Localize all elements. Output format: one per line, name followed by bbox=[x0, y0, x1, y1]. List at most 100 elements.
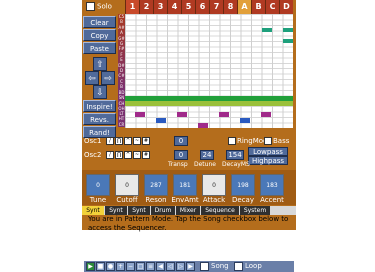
arrow-right-icon[interactable]: ⇨ bbox=[101, 71, 115, 85]
sine-wave-icon[interactable]: ~ bbox=[133, 151, 141, 159]
revs-button[interactable]: Revs. bbox=[83, 113, 116, 125]
reson-label: Reson bbox=[145, 196, 167, 204]
note-cell[interactable] bbox=[283, 28, 293, 32]
pattern-tab-d[interactable]: D bbox=[279, 0, 293, 14]
triangle-wave-icon[interactable]: ^ bbox=[124, 137, 132, 145]
osc1-label: Osc1 bbox=[84, 137, 102, 145]
ringmod-checkbox[interactable] bbox=[228, 137, 236, 145]
drum-label: SN bbox=[118, 95, 125, 101]
plus-icon[interactable]: + bbox=[116, 262, 125, 271]
saw-wave-icon[interactable]: / bbox=[106, 137, 114, 145]
copy-button[interactable]: Copy bbox=[83, 29, 116, 41]
key-label: B bbox=[120, 84, 123, 90]
tab-sequence[interactable]: Sequence bbox=[201, 206, 239, 215]
bottom-tab-bar: Synt Synt Synt Drum Mixer Sequence Syste… bbox=[82, 206, 296, 215]
grid-icon[interactable]: ≡ bbox=[146, 262, 155, 271]
square-wave-icon[interactable]: ∏ bbox=[115, 137, 123, 145]
stop-icon[interactable]: ■ bbox=[96, 262, 105, 271]
note-cell[interactable] bbox=[262, 28, 272, 32]
drum-hit[interactable] bbox=[219, 112, 229, 117]
accent-label: Accent bbox=[260, 196, 284, 204]
pattern-tab-b[interactable]: B bbox=[251, 0, 265, 14]
tab-synt-2[interactable]: Synt bbox=[105, 206, 127, 215]
arrow-up-icon[interactable]: ⇧ bbox=[93, 57, 107, 71]
drum-hit[interactable] bbox=[261, 112, 271, 117]
decay-knob[interactable]: 198 bbox=[231, 174, 255, 196]
sine-wave-icon[interactable]: ~ bbox=[133, 137, 141, 145]
decay-ms-label: DecayMS bbox=[222, 161, 250, 168]
drum-hit-row[interactable] bbox=[125, 101, 293, 106]
back-icon[interactable]: ◁ bbox=[166, 262, 175, 271]
note-grid[interactable] bbox=[125, 14, 293, 90]
envamt-knob[interactable]: 181 bbox=[173, 174, 197, 196]
paste-button[interactable]: Paste bbox=[83, 42, 116, 54]
drum-hit[interactable] bbox=[156, 118, 166, 123]
cutoff-label: Cutoff bbox=[116, 196, 138, 204]
record-icon[interactable]: ● bbox=[106, 262, 115, 271]
loop-checkbox[interactable] bbox=[234, 262, 243, 271]
loop-label: Loop bbox=[245, 262, 262, 270]
triangle-wave-icon[interactable]: ^ bbox=[124, 151, 132, 159]
tab-mixer[interactable]: Mixer bbox=[176, 206, 200, 215]
drum-label: HT bbox=[118, 116, 125, 122]
synth-app: Solo 1 2 3 4 5 6 7 8 A B C D Clear Copy … bbox=[82, 0, 296, 230]
tune-knob[interactable]: 0 bbox=[86, 174, 110, 196]
tab-synt-3[interactable]: Synt bbox=[128, 206, 150, 215]
arrow-left-icon[interactable]: ⇦ bbox=[85, 71, 99, 85]
drum-hit[interactable] bbox=[177, 112, 187, 117]
noise-wave-icon[interactable]: # bbox=[142, 137, 150, 145]
pattern-tab-5[interactable]: 5 bbox=[181, 0, 195, 14]
note-cell[interactable] bbox=[283, 39, 293, 43]
inspire-button[interactable]: Inspire! bbox=[83, 100, 116, 112]
song-label: Song bbox=[211, 262, 229, 270]
osc2-label: Osc2 bbox=[84, 151, 102, 159]
envamt-label: EnvAmt bbox=[171, 196, 199, 204]
tab-drum[interactable]: Drum bbox=[151, 206, 175, 215]
noise-wave-icon[interactable]: # bbox=[142, 151, 150, 159]
pattern-tab-4[interactable]: 4 bbox=[167, 0, 181, 14]
solo-checkbox[interactable]: Solo bbox=[86, 2, 128, 12]
bass-checkbox[interactable] bbox=[264, 137, 272, 145]
pattern-tab-3[interactable]: 3 bbox=[153, 0, 167, 14]
rewind-icon[interactable]: ◀ bbox=[156, 262, 165, 271]
osc1-transp-field[interactable]: 0 bbox=[174, 136, 188, 146]
clear-button[interactable]: Clear bbox=[83, 16, 116, 28]
fast-forward-icon[interactable]: ▶ bbox=[186, 262, 195, 271]
play-icon[interactable]: ▶ bbox=[86, 262, 95, 271]
box-icon[interactable]: □ bbox=[136, 262, 145, 271]
ringmod-label: RingMod bbox=[237, 137, 268, 145]
saw-wave-icon[interactable]: / bbox=[106, 151, 114, 159]
bass-label: Bass bbox=[273, 137, 290, 145]
osc2-transp-field[interactable]: 0 bbox=[174, 150, 188, 160]
pattern-tab-a[interactable]: A bbox=[237, 0, 251, 14]
lowpass-button[interactable]: Lowpass bbox=[248, 147, 288, 156]
tune-label: Tune bbox=[89, 196, 107, 204]
square-wave-icon[interactable]: ∏ bbox=[115, 151, 123, 159]
pattern-tab-1[interactable]: 1 bbox=[125, 0, 139, 14]
attack-knob[interactable]: 0 bbox=[202, 174, 226, 196]
drum-grid[interactable] bbox=[125, 90, 293, 128]
pattern-tab-6[interactable]: 6 bbox=[195, 0, 209, 14]
minus-icon[interactable]: − bbox=[126, 262, 135, 271]
forward-icon[interactable]: ▷ bbox=[176, 262, 185, 271]
drum-hit[interactable] bbox=[135, 112, 145, 117]
drum-hit[interactable] bbox=[198, 123, 208, 128]
info-text: You are in Pattern Mode. Tap the Song ch… bbox=[88, 215, 289, 232]
accent-knob[interactable]: 183 bbox=[260, 174, 284, 196]
pattern-tab-7[interactable]: 7 bbox=[209, 0, 223, 14]
drum-hit[interactable] bbox=[240, 118, 250, 123]
arrow-down-icon[interactable]: ⇩ bbox=[93, 85, 107, 99]
cutoff-knob[interactable]: 0 bbox=[115, 174, 139, 196]
tab-system[interactable]: System bbox=[240, 206, 270, 215]
pattern-tab-c[interactable]: C bbox=[265, 0, 279, 14]
transp-label: Transp bbox=[168, 161, 188, 168]
highpass-button[interactable]: Highpass bbox=[248, 156, 288, 165]
osc2-detune-field[interactable]: 24 bbox=[200, 150, 214, 160]
pattern-tab-8[interactable]: 8 bbox=[223, 0, 237, 14]
tab-synt-1[interactable]: Synt bbox=[82, 206, 104, 215]
song-checkbox[interactable] bbox=[200, 262, 209, 271]
solo-checkbox-box[interactable] bbox=[86, 2, 95, 11]
decay-ms-field[interactable]: 154 bbox=[226, 150, 244, 160]
pattern-tab-2[interactable]: 2 bbox=[139, 0, 153, 14]
reson-knob[interactable]: 287 bbox=[144, 174, 168, 196]
